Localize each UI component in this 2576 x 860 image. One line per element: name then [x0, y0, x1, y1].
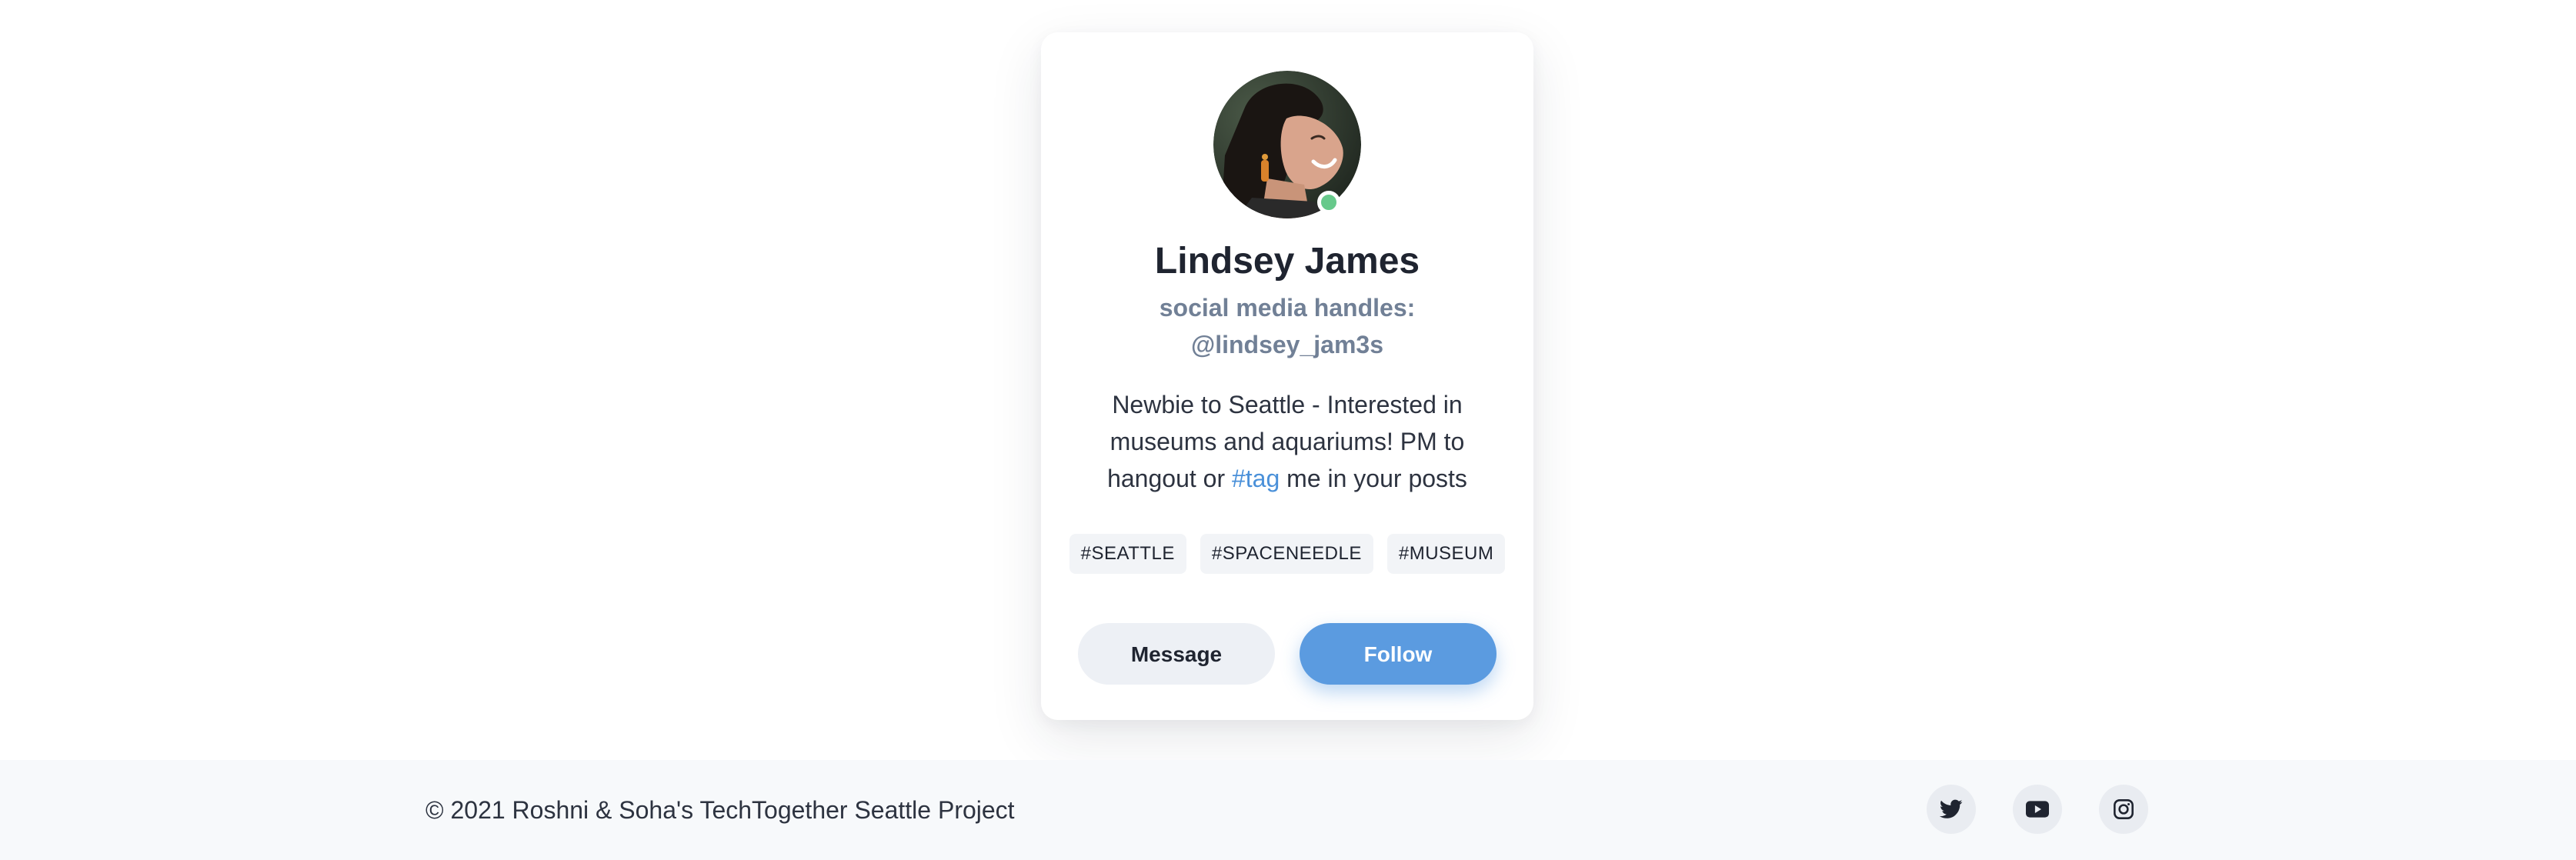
profile-card: Lindsey James social media handles: @lin…: [1041, 32, 1533, 720]
tag-chip[interactable]: #SPACENEEDLE: [1200, 534, 1373, 574]
tag-chip[interactable]: #MUSEUM: [1386, 534, 1506, 574]
twitter-link[interactable]: [1927, 785, 1976, 834]
online-status-dot: [1317, 191, 1340, 214]
avatar: [1213, 71, 1361, 218]
instagram-link[interactable]: [2099, 785, 2148, 834]
bio-tag-link[interactable]: #tag: [1232, 465, 1280, 492]
profile-name: Lindsey James: [1154, 241, 1420, 282]
handles-label: social media handles:: [1159, 294, 1416, 322]
message-button[interactable]: Message: [1078, 623, 1275, 685]
page: Lindsey James social media handles: @lin…: [0, 0, 2576, 860]
social-handles: social media handles: @lindsey_jam3s: [1041, 289, 1533, 363]
bio-text-end: me in your posts: [1280, 465, 1467, 492]
youtube-link[interactable]: [2013, 785, 2062, 834]
instagram-icon: [2114, 799, 2134, 819]
twitter-icon: [1940, 799, 1963, 818]
follow-button[interactable]: Follow: [1300, 623, 1497, 685]
tag-list: #SEATTLE #SPACENEEDLE #MUSEUM: [1041, 534, 1533, 574]
profile-bio: Newbie to Seattle - Interested in museum…: [1087, 386, 1487, 497]
copyright-text: © 2021 Roshni & Soha's TechTogether Seat…: [425, 796, 1015, 824]
handle-value: @lindsey_jam3s: [1191, 331, 1383, 358]
youtube-icon: [2026, 801, 2049, 818]
tag-chip[interactable]: #SEATTLE: [1069, 534, 1186, 574]
footer: © 2021 Roshni & Soha's TechTogether Seat…: [0, 760, 2576, 860]
